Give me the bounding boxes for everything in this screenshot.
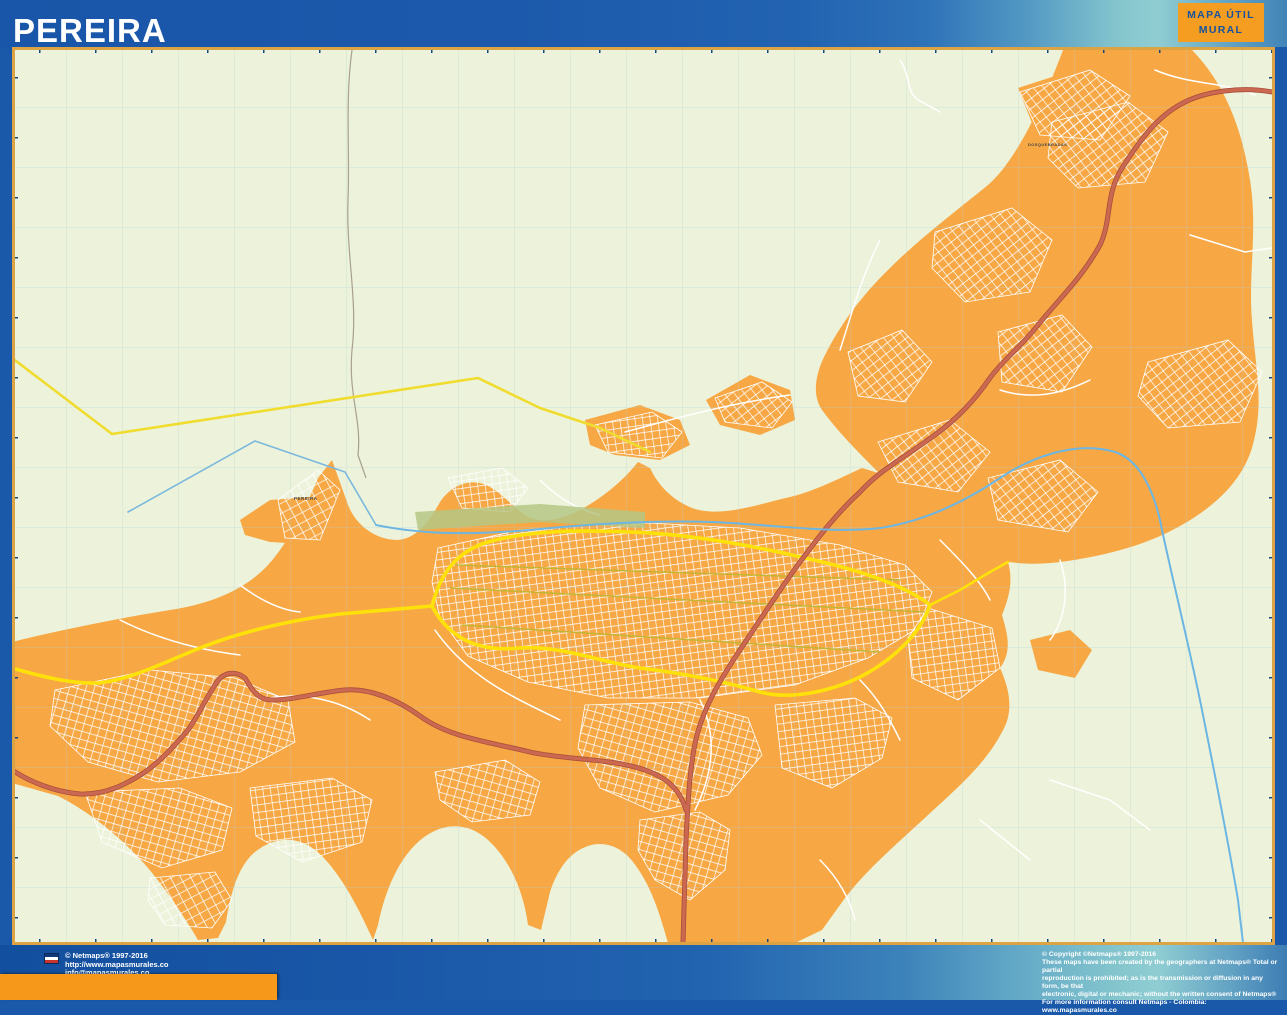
mural-badge-line1: MAPA ÚTIL: [1178, 8, 1264, 23]
map-content: PEREIRA DOSQUEBRADAS: [12, 50, 1272, 943]
map-poster-page: { "header": { "title": "PEREIRA", "badge…: [0, 0, 1287, 1000]
footer-bar: © Netmaps® 1997-2016 http://www.mapasmur…: [0, 945, 1287, 1000]
footer-right-line5: For more information consult Netmaps - C…: [1042, 999, 1280, 1015]
map-svg: PEREIRA DOSQUEBRADAS: [0, 47, 1287, 945]
footer-right-line4: electronic, digital or mechanic; without…: [1042, 991, 1280, 999]
page-title: PEREIRA: [13, 14, 167, 47]
footer-orange-bar: [0, 974, 277, 1000]
mural-badge: MAPA ÚTIL MURAL: [1178, 3, 1264, 42]
footer-right-line3: reproduction is prohibited; as is the tr…: [1042, 975, 1280, 991]
netmaps-flag-icon: [44, 953, 59, 964]
footer-right-line1: © Copyright ©Netmaps® 1997-2016: [1042, 951, 1280, 959]
footer-right-block: © Copyright ©Netmaps® 1997-2016 These ma…: [1042, 951, 1280, 1015]
header-bar: PEREIRA MAPA ÚTIL MURAL: [0, 0, 1287, 47]
footer-right-line2: These maps have been created by the geog…: [1042, 959, 1280, 975]
mural-badge-line2: MURAL: [1178, 23, 1264, 38]
map-label-dosquebradas: DOSQUEBRADAS: [1028, 142, 1067, 147]
map-label-pereira: PEREIRA: [294, 496, 318, 501]
map-canvas: PEREIRA DOSQUEBRADAS: [0, 47, 1287, 945]
